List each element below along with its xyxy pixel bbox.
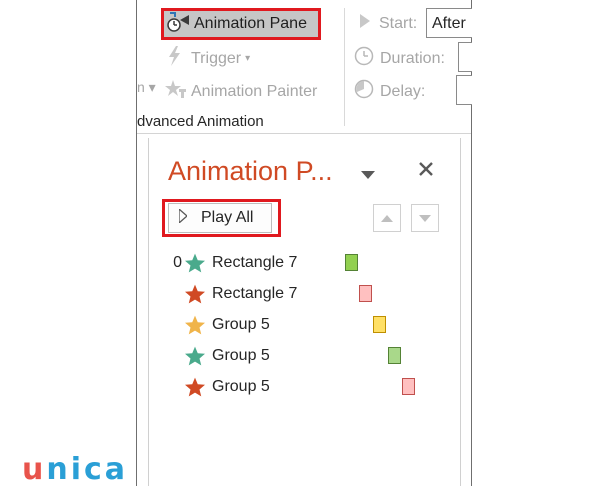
animation-name: Group 5 [212,316,270,333]
timing-bar[interactable] [388,347,401,364]
start-value: After [432,15,466,32]
timing-bar[interactable] [345,254,358,271]
frame-border-left [136,0,137,486]
play-all-label: Play All [201,209,254,226]
animation-item[interactable]: Rectangle 7 [170,282,297,306]
timing-bar[interactable] [373,316,386,333]
chevron-down-icon: ▾ [245,53,251,64]
animation-name: Rectangle 7 [212,254,298,271]
animation-item[interactable]: Group 5 [170,313,270,337]
delay-clock-icon [354,79,374,104]
advanced-animation-group-label: dvanced Animation [137,113,264,130]
trigger-button[interactable]: Trigger ▾ [166,46,250,71]
start-label: Start: [379,14,418,32]
timing-bar[interactable] [359,285,372,302]
animation-item[interactable]: Group 5 [170,344,270,368]
truncated-dropdown-arrow: n ▾ [137,79,156,95]
start-label-group: Start: [358,13,417,34]
play-all-button[interactable]: Play All [168,203,272,233]
animation-item[interactable]: Group 5 [170,375,270,399]
screenshot-frame [136,0,472,486]
animation-pane-icon [166,11,190,38]
close-icon[interactable] [417,160,435,183]
animation-name: Group 5 [212,347,270,364]
play-triangle-icon [358,13,372,34]
star-icon [182,284,208,304]
animation-painter-label: Animation Painter [191,82,318,100]
pane-title: Animation P... [168,156,333,186]
pane-right-border [460,138,461,486]
lightning-icon [166,46,184,71]
unica-logo: unica [22,455,128,485]
trigger-label: Trigger [191,49,242,67]
star-icon [182,377,208,397]
frame-border-right [471,0,472,486]
delay-input[interactable] [456,75,472,105]
animation-painter-button[interactable]: Animation Painter [165,79,317,104]
timing-bar[interactable] [402,378,415,395]
arrow-down-icon [419,209,431,227]
ribbon-separator [344,8,345,126]
duration-input[interactable] [458,42,472,72]
play-icon [178,207,188,228]
animation-item[interactable]: 0 Rectangle 7 [170,251,297,275]
clock-icon [354,46,374,71]
pane-left-border [148,138,149,486]
animation-pane-button[interactable]: Animation Pane [161,8,321,40]
star-icon [182,253,208,273]
star-icon [182,346,208,366]
logo-u: u [22,452,47,486]
animation-name: Group 5 [212,378,270,395]
delay-label: Delay: [380,82,426,100]
logo-rest: nica [46,452,129,486]
animation-painter-icon [165,79,187,104]
ribbon-bottom-divider [137,133,471,134]
arrow-up-icon [381,209,393,227]
pane-options-chevron-icon[interactable] [361,166,375,184]
duration-label: Duration: [380,49,445,67]
animation-pane-label: Animation Pane [194,15,307,32]
star-icon [182,315,208,335]
duration-label-group: Duration: [354,46,445,71]
delay-label-group: Delay: [354,79,425,104]
animation-order: 0 [173,254,182,271]
animation-name: Rectangle 7 [212,285,298,302]
start-dropdown[interactable]: After [426,8,472,38]
move-up-button[interactable] [373,204,401,232]
move-down-button[interactable] [411,204,439,232]
